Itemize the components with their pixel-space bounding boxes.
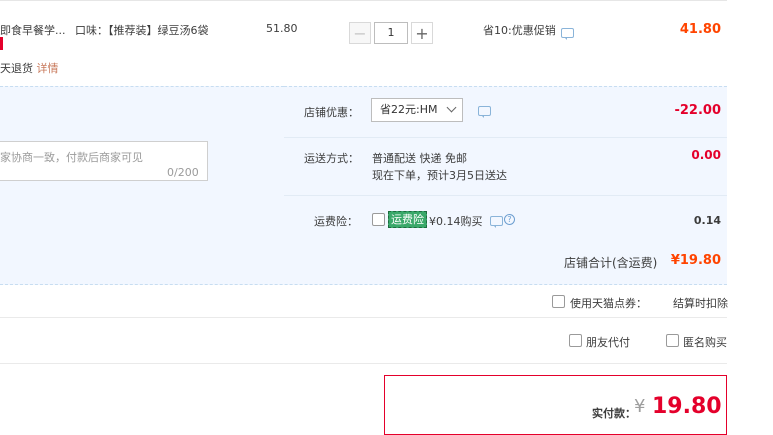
help-icon[interactable]: ? <box>504 214 515 225</box>
promotion-text: 省10:优惠促销 <box>483 24 556 37</box>
shop-discount-label: 店铺优惠： <box>304 106 359 119</box>
insurance-amount: 0.14 <box>693 214 721 227</box>
insurance-price: ¥0.14购买 <box>429 215 483 228</box>
friend-pay-label: 朋友代付 <box>586 336 630 349</box>
divider <box>0 317 727 318</box>
insurance-checkbox[interactable] <box>372 213 385 226</box>
shop-total-label: 店铺合计(含运费) <box>564 256 658 270</box>
insurance-tag: 运费险 <box>388 211 427 228</box>
unit-price: 51.80 <box>266 22 298 35</box>
coupon-checkbox[interactable] <box>552 295 565 308</box>
coupon-note: 结算时扣除 <box>673 297 728 310</box>
friend-pay-checkbox[interactable] <box>569 334 582 347</box>
insurance-label: 运费险： <box>314 215 358 228</box>
quantity-input[interactable]: 1 <box>374 22 408 44</box>
shop-discount-amount: -22.00 <box>674 103 721 118</box>
anonymous-checkbox[interactable] <box>666 334 679 347</box>
refund-notice: 天退货 详情 <box>0 60 59 76</box>
divider <box>0 363 727 364</box>
refund-detail-link[interactable]: 详情 <box>37 62 59 75</box>
shipping-estimate: 现在下单，预计3月5日送达 <box>372 169 507 182</box>
quantity-increase-button[interactable]: + <box>411 22 433 44</box>
message-char-counter: 0/200 <box>167 166 199 179</box>
product-title[interactable]: 即食早餐学... 口味：【推荐装】绿豆汤6袋 <box>0 22 209 38</box>
chat-icon[interactable] <box>478 106 491 118</box>
payment-amount: 19.80 <box>652 394 722 419</box>
coupon-label: 使用天猫点券： <box>570 297 647 310</box>
quantity-decrease-button[interactable]: − <box>349 22 371 44</box>
refund-text: 天退货 <box>0 62 33 75</box>
shop-discount-select[interactable]: 省22元:HM <box>371 98 463 122</box>
anonymous-label: 匿名购买 <box>683 336 727 349</box>
divider <box>284 137 727 138</box>
shop-total-amount: ¥19.80 <box>670 253 721 268</box>
chat-icon[interactable] <box>490 216 503 228</box>
divider <box>284 195 727 196</box>
product-name[interactable]: 即食早餐学... <box>0 24 66 37</box>
item-subtotal: 41.80 <box>679 22 721 37</box>
promo-tag-icon <box>0 37 3 50</box>
buyer-message-placeholder: 家协商一致，付款后商家可见 <box>0 151 143 164</box>
shipping-method: 普通配送 快递 免邮 <box>372 152 467 165</box>
shipping-label: 运送方式： <box>304 152 359 165</box>
payment-currency: ¥ <box>634 396 646 417</box>
chevron-down-icon <box>446 102 457 113</box>
payment-label: 实付款： <box>592 407 636 420</box>
product-flavor: 口味：【推荐装】绿豆汤6袋 <box>75 24 209 37</box>
shop-discount-selected: 省22元:HM <box>380 103 438 116</box>
chat-icon[interactable] <box>561 28 574 40</box>
shipping-amount: 0.00 <box>691 148 721 162</box>
